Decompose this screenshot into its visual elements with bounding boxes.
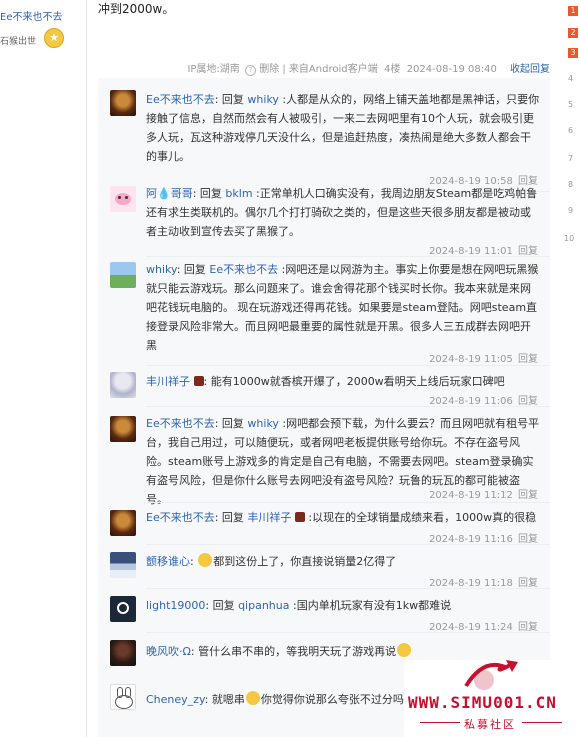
divider — [522, 722, 562, 723]
reply-target[interactable]: bklm — [225, 187, 252, 200]
reply-username[interactable]: light19000 — [146, 599, 205, 612]
delete-link[interactable]: 删除 — [259, 64, 279, 75]
avatar[interactable] — [110, 416, 136, 442]
reply-text: 以现在的全球销量成绩来看，1000w真的很稳 — [312, 511, 537, 524]
avatar[interactable] — [110, 552, 136, 578]
reply-username[interactable]: 丰川祥子 — [146, 375, 190, 388]
left-user-panel: Ee不来也不去 石猴出世 ★ — [0, 0, 82, 737]
reply-username[interactable]: 晚风吹·Ω — [146, 645, 191, 658]
watermark-logo-icon — [464, 660, 518, 690]
reply-username[interactable]: Ee不来也不去 — [146, 417, 215, 430]
rank-number: 6 — [568, 126, 574, 135]
reply-target[interactable]: whiky — [247, 417, 279, 430]
reply-text-2: 你觉得你说那么夸张不过分吗 — [260, 693, 404, 706]
list-item: Ee不来也不去: 回复 whiky :人都是从众的，网络上铺天盖地都是黑神话，只… — [98, 88, 550, 192]
emoji-icon — [245, 691, 260, 705]
reply-word: 回复 — [221, 511, 244, 524]
source-client[interactable]: Android客户端 — [309, 64, 378, 75]
watermark-site: WWW.SIMU001.CN — [408, 693, 557, 712]
reply-target[interactable]: whiky — [247, 93, 279, 106]
reply-text: 就嗯串 — [211, 693, 245, 706]
badge-icon — [193, 376, 204, 386]
reply-word: 回复 — [199, 187, 222, 200]
avatar[interactable] — [110, 640, 136, 666]
reply-text: 能有1000w就香槟开爆了，2000w看明天上线后玩家口碑吧 — [210, 375, 505, 388]
rank-number: 4 — [568, 74, 574, 83]
list-item: whiky: 回复 Ee不来也不去 :网吧还是以网游为主。事实上你要是想在网吧玩… — [98, 262, 550, 366]
watermark-subtitle: 私募社区 — [464, 718, 516, 731]
divider — [146, 588, 550, 589]
ip-location: IP属地:湖南 — [187, 64, 240, 75]
divider — [146, 365, 550, 366]
reply-text: 国内单机玩家有没有1kw都难说 — [296, 599, 452, 612]
floor-number: 4楼 — [383, 64, 401, 75]
reply-username[interactable]: 颤移谁心 — [146, 555, 190, 568]
rank-number: 9 — [568, 206, 574, 215]
reply-username[interactable]: 阿💧哥哥 — [146, 187, 193, 200]
divider — [146, 632, 550, 633]
reply-button[interactable]: 回复 — [518, 490, 538, 501]
reply-text: 管什么串不串的，等我明天玩了游戏再说 — [198, 645, 397, 658]
divider — [146, 406, 550, 407]
avatar[interactable] — [110, 372, 136, 398]
reply-username[interactable]: Ee不来也不去 — [146, 511, 215, 524]
reply-word: 回复 — [183, 263, 206, 276]
medal-icon: ★ — [44, 28, 64, 48]
reply-username[interactable]: Ee不来也不去 — [146, 93, 215, 106]
help-icon: ? — [245, 65, 256, 76]
divider — [146, 544, 550, 545]
reply-list: Ee不来也不去: 回复 whiky :人都是从众的，网络上铺天盖地都是黑神话，只… — [98, 78, 550, 737]
divider — [86, 0, 87, 737]
post-content: 冲到2000w。 — [98, 2, 175, 16]
reply-word: 回复 — [221, 417, 244, 430]
list-item: Ee不来也不去: 回复 whiky :网吧都会预下载，为什么要云？而且网吧就有租… — [98, 414, 550, 514]
rank-number: 5 — [568, 100, 574, 109]
reply-button[interactable]: 回复 — [518, 354, 538, 365]
collapse-replies-link[interactable]: 收起回复 — [510, 64, 550, 75]
rank-number: 1 — [568, 6, 578, 16]
reply-target[interactable]: Ee不来也不去 — [209, 263, 278, 276]
reply-username[interactable]: Cheney_zy — [146, 693, 205, 706]
rank-number: 2 — [568, 28, 578, 38]
avatar[interactable] — [110, 596, 136, 622]
list-item: 丰川祥子 : 能有1000w就香槟开爆了，2000w看明天上线后玩家口碑吧 20… — [98, 372, 550, 412]
badge-icon — [294, 512, 305, 522]
rank-number: 10 — [564, 234, 575, 243]
avatar[interactable] — [110, 186, 136, 212]
avatar[interactable] — [110, 510, 136, 536]
source-prefix: 来自 — [288, 64, 309, 75]
list-item: 阿💧哥哥: 回复 bklm :正常单机人口确实没有，我周边朋友Steam都是吃鸡… — [98, 184, 550, 257]
divider — [146, 256, 550, 257]
right-rank-panel: 1 2 3 4 5 6 7 8 9 10 — [560, 0, 580, 737]
reply-time: 2024-8-19 11:05 — [429, 354, 513, 365]
reply-word: 回复 — [221, 93, 244, 106]
list-item: 颤移谁心: 都到这份上了，你直接说销量2亿得了 2024-8-19 11:18 … — [98, 552, 550, 592]
rank-number: 3 — [568, 48, 578, 58]
reply-text: 网吧还是以网游为主。事实上你要是想在网吧玩黑猴就只能云游戏玩。那么问题来了。谁会… — [146, 263, 539, 352]
avatar[interactable] — [110, 684, 136, 710]
author-title: 石猴出世 — [0, 37, 37, 47]
reply-target[interactable]: qipanhua — [238, 599, 289, 612]
rank-number: 8 — [568, 180, 574, 189]
list-item: light19000: 回复 qipanhua :国内单机玩家有没有1kw都难说… — [98, 596, 550, 636]
reply-target[interactable]: 丰川祥子 — [247, 511, 291, 524]
post-time: 2024-08-19 08:40 — [406, 64, 497, 75]
author-username[interactable]: Ee不来也不去 — [0, 8, 62, 23]
reply-text: 都到这份上了，你直接说销量2亿得了 — [213, 555, 397, 568]
divider — [420, 722, 460, 723]
avatar[interactable] — [110, 262, 136, 288]
reply-username[interactable]: whiky — [146, 263, 177, 276]
emoji-icon — [198, 553, 213, 567]
rank-number: 7 — [568, 154, 574, 163]
post-tail: IP属地:湖南 ? 删除 | 来自Android客户端 4楼 2024-08-1… — [187, 64, 550, 76]
reply-word: 回复 — [212, 599, 235, 612]
emoji-icon — [397, 643, 412, 657]
reply-time: 2024-8-19 11:12 — [429, 490, 513, 501]
divider — [146, 502, 550, 503]
list-item: Ee不来也不去: 回复 丰川祥子 :以现在的全球销量成绩来看，1000w真的很稳… — [98, 510, 550, 550]
avatar[interactable] — [110, 90, 136, 116]
